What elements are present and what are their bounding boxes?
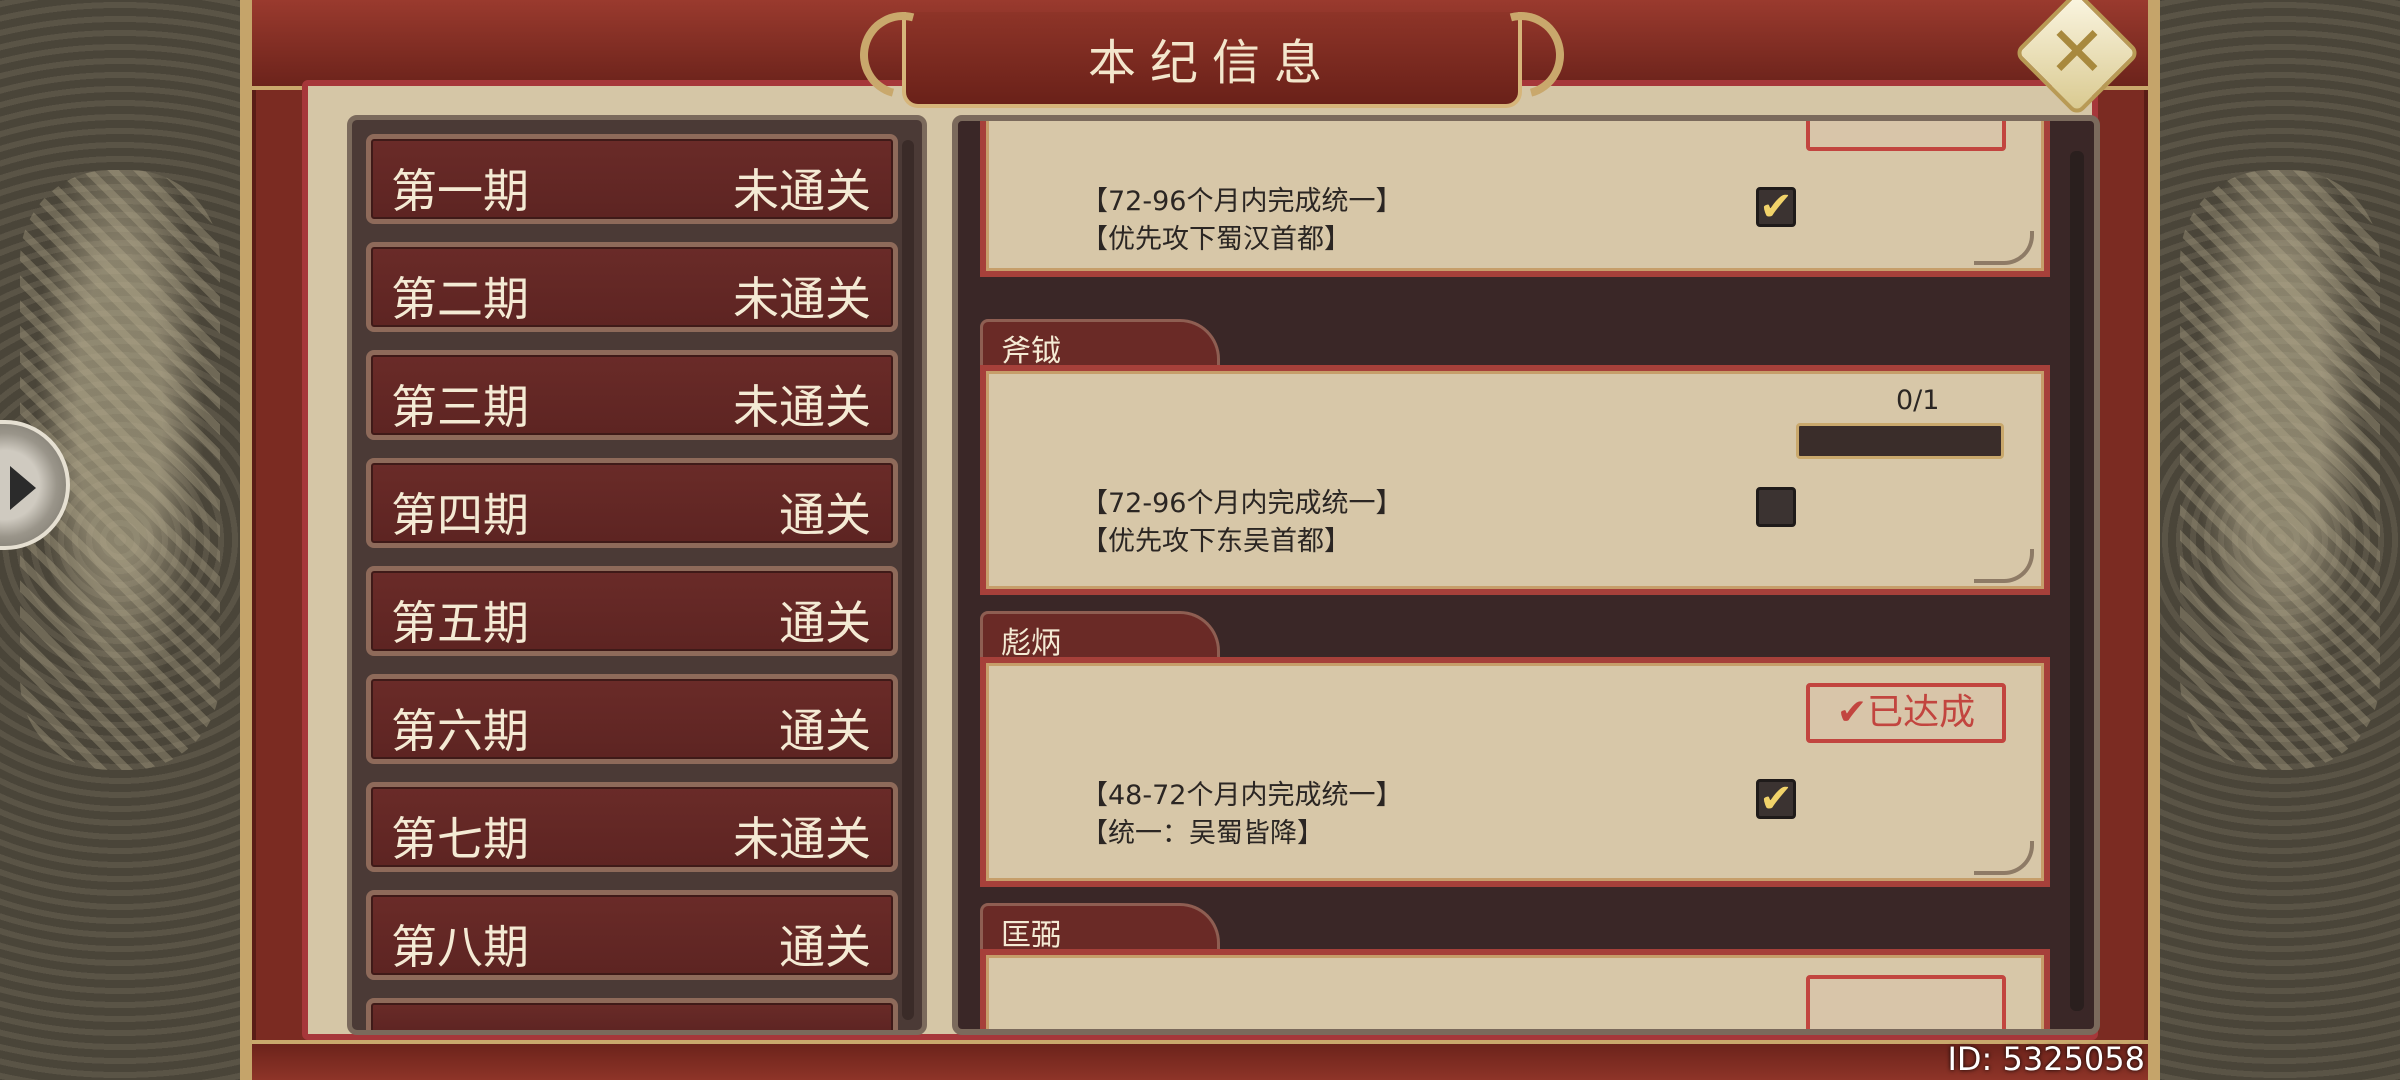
task-condition: 【优先攻下东吴首都】 (1081, 526, 1351, 557)
task-card: ✔已达成 【48-72个月内完成统一】 【统一：吴蜀皆降】 ✔ (980, 657, 2050, 887)
period-status: 通关 (779, 596, 871, 650)
task-condition: 【72-96个月内完成统一】 (1081, 488, 1403, 519)
checkbox-unchecked[interactable] (1756, 487, 1796, 527)
period-name: 第一期 (391, 164, 529, 218)
page-curl (1974, 231, 2034, 265)
dragon-ornament (2180, 170, 2380, 770)
period-name: 第七期 (391, 812, 529, 866)
progress-bar (1796, 423, 2004, 459)
period-item[interactable]: 第八期 通关 (366, 890, 898, 980)
page-curl (1974, 549, 2034, 583)
period-item[interactable]: 第七期 未通关 (366, 782, 898, 872)
achieved-stamp (1806, 975, 2006, 1029)
period-list[interactable]: 第一期 未通关 第二期 未通关 第三期 未通关 第四期 通关 第五期 通关 第六… (347, 115, 927, 1035)
period-item[interactable]: 第四期 通关 (366, 458, 898, 548)
period-name: 第六期 (391, 704, 529, 758)
period-status: 未通关 (733, 272, 871, 326)
period-name: 第二期 (391, 272, 529, 326)
task-tab-label: 彪炳 (980, 611, 1220, 661)
page-curl (1974, 841, 2034, 875)
right-decor-panel (2160, 0, 2400, 1080)
info-window: 第一期 未通关 第二期 未通关 第三期 未通关 第四期 通关 第五期 通关 第六… (240, 0, 2160, 1080)
task-list[interactable]: 【72-96个月内完成统一】 【优先攻下蜀汉首都】 ✔ 斧钺 0/1 【72-9… (952, 115, 2100, 1035)
task-condition: 【统一：吴蜀皆降】 (1081, 818, 1324, 849)
achieved-stamp (1806, 121, 2006, 151)
task-condition: 【48-72个月内完成统一】 (1081, 780, 1403, 811)
period-item[interactable]: 第一期 未通关 (366, 134, 898, 224)
task-condition: 【优先攻下蜀汉首都】 (1081, 224, 1351, 255)
period-item[interactable]: 第三期 未通关 (366, 350, 898, 440)
period-item[interactable]: 第六期 通关 (366, 674, 898, 764)
task-card: 0/1 【72-96个月内完成统一】 【优先攻下东吴首都】 (980, 365, 2050, 595)
period-status: 通关 (779, 488, 871, 542)
frame-bottom-border (252, 1040, 2148, 1080)
title-plaque: 本纪信息 (902, 12, 1522, 108)
checkbox-checked[interactable]: ✔ (1756, 779, 1796, 819)
period-item[interactable]: 第二期 未通关 (366, 242, 898, 332)
progress-text: 0/1 (1896, 385, 1940, 416)
period-name: 第五期 (391, 596, 529, 650)
period-name: 第八期 (391, 920, 529, 974)
period-name: 第三期 (391, 380, 529, 434)
achieved-stamp: ✔已达成 (1806, 683, 2006, 743)
period-item[interactable]: 第五期 通关 (366, 566, 898, 656)
period-status: 通关 (779, 920, 871, 974)
list-scrollbar[interactable] (902, 140, 914, 1020)
task-card (980, 949, 2050, 1029)
task-tab-label: 匡弼 (980, 903, 1220, 953)
task-scrollbar[interactable] (2070, 151, 2084, 1011)
period-status: 未通关 (733, 380, 871, 434)
task-condition: 【72-96个月内完成统一】 (1081, 186, 1403, 217)
period-status: 未通关 (733, 812, 871, 866)
play-arrow-icon (10, 466, 36, 510)
checkbox-checked[interactable]: ✔ (1756, 187, 1796, 227)
window-title: 本纪信息 (1087, 35, 1336, 91)
period-status: 未通关 (733, 164, 871, 218)
period-status: 通关 (779, 704, 871, 758)
task-tab-label: 斧钺 (980, 319, 1220, 369)
task-card: 【72-96个月内完成统一】 【优先攻下蜀汉首都】 ✔ (980, 121, 2050, 277)
player-id: ID: 5325058 (1947, 1040, 2145, 1078)
period-name: 第四期 (391, 488, 529, 542)
period-item-partial[interactable] (366, 998, 898, 1030)
close-icon: ✕ (2047, 11, 2107, 93)
